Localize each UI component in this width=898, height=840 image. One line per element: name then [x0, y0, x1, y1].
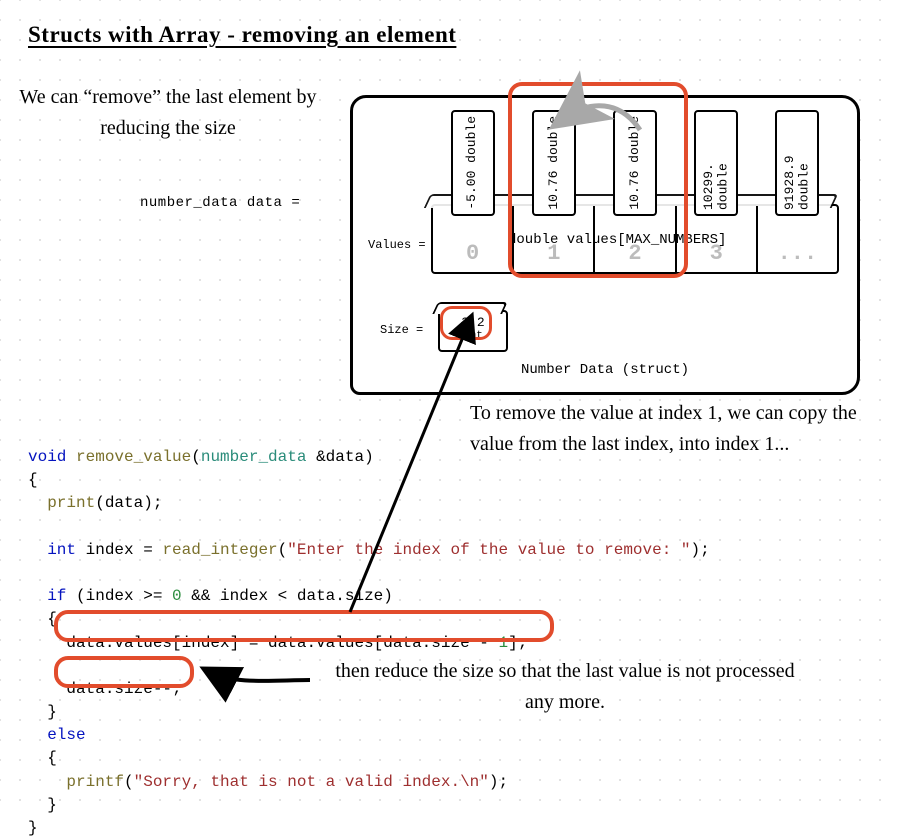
array-slot-4: 91928.9 double ... — [758, 206, 837, 272]
code-block: void remove_value(number_data &data) { p… — [28, 446, 710, 840]
page-title: Structs with Array - removing an element — [28, 22, 456, 48]
note-remove-last: We can “remove” the last element by redu… — [18, 82, 318, 144]
size-new: 2 — [477, 315, 485, 330]
data-assignment-label: number_data data = — [140, 195, 300, 211]
size-type: int — [440, 330, 506, 342]
struct-diagram: Values = Size = -5.00 double 0 10.76 dou… — [345, 70, 875, 400]
size-box: 3 2 int — [438, 310, 508, 352]
size-row-label: Size = — [380, 323, 423, 337]
struct-caption: Number Data (struct) — [353, 362, 857, 378]
values-row-label: Values = — [368, 238, 426, 252]
size-old: 3 — [461, 315, 469, 330]
array-caption: double values[MAX_NUMBERS] — [508, 232, 726, 248]
array-slot-0: -5.00 double 0 — [433, 206, 514, 272]
